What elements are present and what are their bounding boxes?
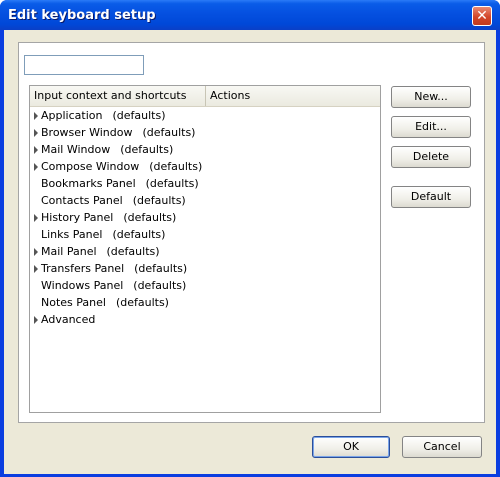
close-icon: ✕: [476, 8, 488, 24]
tree-row-label: Mail Panel (defaults): [41, 243, 160, 260]
context-name: Advanced: [41, 313, 96, 326]
tree-row[interactable]: Mail Panel (defaults): [30, 243, 380, 260]
edit-button[interactable]: Edit...: [391, 116, 471, 138]
context-status: (defaults): [133, 279, 187, 292]
search-input[interactable]: [24, 55, 144, 75]
context-status: (defaults): [123, 211, 177, 224]
column-header-actions[interactable]: Actions: [206, 86, 380, 106]
tree-row[interactable]: Notes Panel (defaults): [30, 294, 380, 311]
context-status: (defaults): [142, 126, 196, 139]
context-status: (defaults): [132, 194, 186, 207]
tree-row[interactable]: Mail Window (defaults): [30, 141, 380, 158]
expand-triangle-icon[interactable]: [34, 316, 38, 324]
tree-row-label: Links Panel (defaults): [41, 226, 165, 243]
context-name: Bookmarks Panel: [41, 177, 136, 190]
title-bar[interactable]: Edit keyboard setup ✕: [0, 0, 500, 30]
tree-row-label: Windows Panel (defaults): [41, 277, 186, 294]
expand-triangle-icon[interactable]: [34, 214, 38, 222]
expand-triangle-icon[interactable]: [34, 248, 38, 256]
context-name: Browser Window: [41, 126, 133, 139]
delete-button[interactable]: Delete: [391, 146, 471, 168]
context-status: (defaults): [134, 262, 188, 275]
expand-triangle-icon[interactable]: [34, 146, 38, 154]
context-status: (defaults): [112, 228, 166, 241]
tree-row[interactable]: Compose Window (defaults): [30, 158, 380, 175]
tree-row-label: Notes Panel (defaults): [41, 294, 169, 311]
context-name: Transfers Panel: [41, 262, 125, 275]
tree-rows: Application (defaults) Browser Window (defa…: [30, 107, 380, 328]
context-status: (defaults): [149, 160, 203, 173]
cancel-button[interactable]: Cancel: [402, 436, 482, 458]
expand-triangle-icon[interactable]: [34, 163, 38, 171]
context-name: Mail Window: [41, 143, 111, 156]
tree-header: Input context and shortcuts Actions: [30, 86, 380, 107]
tree-row-label: Contacts Panel (defaults): [41, 192, 186, 209]
context-status: (defaults): [106, 245, 160, 258]
window-title: Edit keyboard setup: [8, 8, 156, 23]
tree-row[interactable]: Browser Window (defaults): [30, 124, 380, 141]
tree-row[interactable]: Contacts Panel (defaults): [30, 192, 380, 209]
context-status: (defaults): [145, 177, 199, 190]
tree-row-label: Advanced: [41, 311, 95, 328]
tree-row-label: History Panel (defaults): [41, 209, 176, 226]
tree-row[interactable]: Application (defaults): [30, 107, 380, 124]
tree-row-label: Mail Window (defaults): [41, 141, 173, 158]
context-status: (defaults): [120, 143, 174, 156]
context-name: Links Panel: [41, 228, 103, 241]
context-name: History Panel: [41, 211, 114, 224]
expand-triangle-icon[interactable]: [34, 112, 38, 120]
tree-row-label: Bookmarks Panel (defaults): [41, 175, 199, 192]
context-name: Compose Window: [41, 160, 140, 173]
context-name: Notes Panel: [41, 296, 106, 309]
default-button[interactable]: Default: [391, 186, 471, 208]
tree-row[interactable]: Windows Panel (defaults): [30, 277, 380, 294]
ok-button[interactable]: OK: [312, 436, 390, 458]
tree-row[interactable]: Transfers Panel (defaults): [30, 260, 380, 277]
tree-row-label: Compose Window (defaults): [41, 158, 202, 175]
context-name: Application: [41, 109, 103, 122]
context-status: (defaults): [112, 109, 166, 122]
tree-row[interactable]: Links Panel (defaults): [30, 226, 380, 243]
context-name: Windows Panel: [41, 279, 124, 292]
tree-row-label: Transfers Panel (defaults): [41, 260, 187, 277]
tree-row-label: Application (defaults): [41, 107, 166, 124]
column-header-context[interactable]: Input context and shortcuts: [30, 86, 206, 106]
context-name: Mail Panel: [41, 245, 97, 258]
expand-triangle-icon[interactable]: [34, 129, 38, 137]
tree-row-label: Browser Window (defaults): [41, 124, 195, 141]
new-button[interactable]: New...: [391, 86, 471, 108]
context-name: Contacts Panel: [41, 194, 123, 207]
close-button[interactable]: ✕: [472, 6, 492, 26]
shortcut-tree[interactable]: Input context and shortcuts Actions Appl…: [29, 85, 381, 413]
context-status: (defaults): [115, 296, 169, 309]
tree-row[interactable]: Advanced: [30, 311, 380, 328]
tree-row[interactable]: Bookmarks Panel (defaults): [30, 175, 380, 192]
tree-row[interactable]: History Panel (defaults): [30, 209, 380, 226]
expand-triangle-icon[interactable]: [34, 265, 38, 273]
